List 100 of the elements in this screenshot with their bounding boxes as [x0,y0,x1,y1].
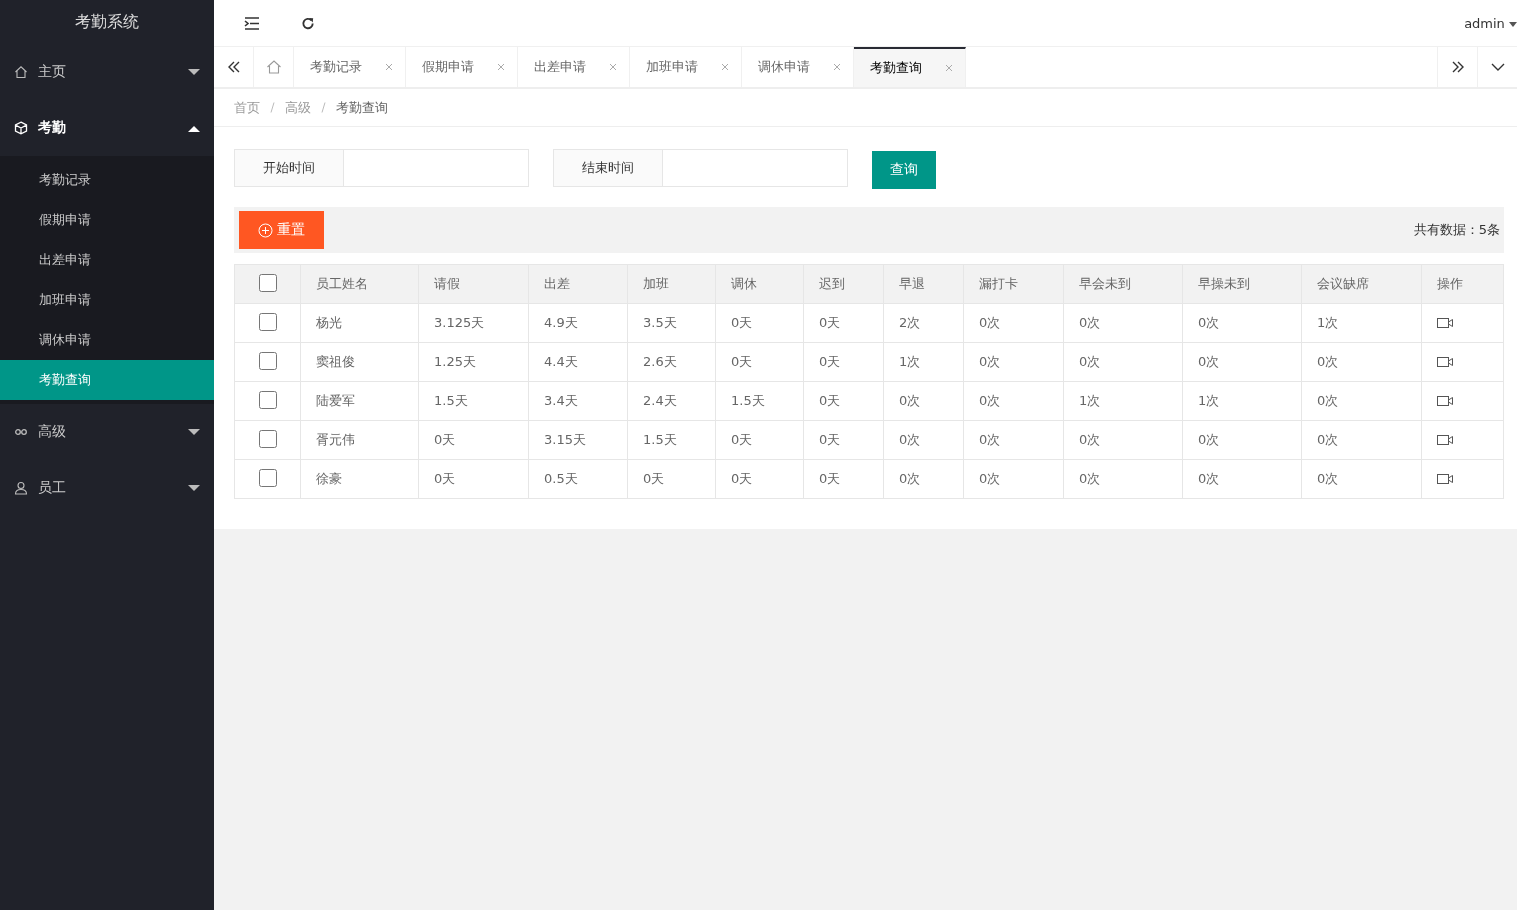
column-header: 会议缺席 [1317,276,1369,291]
row-checkbox[interactable] [258,351,277,370]
table-cell: 0次 [1198,432,1220,447]
table-cell: 0次 [979,354,1001,369]
column-header: 迟到 [819,276,845,291]
table-cell: 3.15天 [544,432,586,447]
caret-icon [188,124,200,132]
tab[interactable]: 考勤查询 [854,47,966,87]
row-checkbox[interactable] [258,429,277,448]
table-cell: 0次 [1317,471,1339,486]
table-cell: 0天 [819,393,841,408]
caret-icon [188,484,200,492]
table-cell: 3.125天 [434,315,485,330]
table-cell: 0天 [731,354,753,369]
video-camera-icon[interactable] [1437,356,1453,368]
table-cell: 2次 [899,315,921,330]
table-cell: 1次 [1079,393,1101,408]
table-cell: 0次 [1198,354,1220,369]
sidebar-item[interactable]: 考勤记录 [0,160,214,200]
column-header: 早会未到 [1079,276,1131,291]
sidebar-item[interactable]: 加班申请 [0,280,214,320]
close-icon[interactable] [497,63,505,71]
breadcrumb-separator-icon [321,102,326,113]
column-header: 调休 [731,276,757,291]
table-cell: 2.6天 [643,354,677,369]
row-checkbox[interactable] [258,312,277,331]
table-cell: 1.5天 [731,393,765,408]
table-cell: 0次 [1317,354,1339,369]
sidebar-menu-item[interactable]: 主页 [0,44,214,100]
breadcrumb-link[interactable]: 考勤查询 [336,98,388,117]
search-button[interactable]: 查询 [872,151,936,189]
caret-down-icon [1509,21,1517,27]
table-cell: 0次 [979,393,1001,408]
table-cell: 3.4天 [544,393,578,408]
table-cell: 0天 [819,354,841,369]
table-cell: 0天 [819,432,841,447]
table-cell: 0天 [434,471,456,486]
double-chevron-left-icon [226,60,241,74]
column-header: 操作 [1437,276,1463,291]
table-cell: 0次 [1079,354,1101,369]
table-cell: 0次 [899,432,921,447]
select-all-checkbox[interactable] [258,273,277,292]
table-cell: 0天 [434,432,456,447]
table-cell: 2.4天 [643,393,677,408]
table-cell: 4.4天 [544,354,578,369]
table-cell: 1次 [899,354,921,369]
sidebar-item[interactable]: 出差申请 [0,240,214,280]
table-cell: 0次 [1079,432,1101,447]
table-cell: 0次 [1198,471,1220,486]
double-chevron-right-icon [1450,60,1465,74]
user-menu[interactable]: admin [1464,15,1517,31]
video-camera-icon[interactable] [1437,395,1453,407]
table-cell: 徐豪 [316,471,342,486]
table-cell: 0次 [899,393,921,408]
table-cell: 3.5天 [643,315,677,330]
video-camera-icon[interactable] [1437,473,1453,485]
close-icon[interactable] [609,63,617,71]
home-icon [14,65,28,79]
column-header: 出差 [544,276,570,291]
column-header: 请假 [434,276,460,291]
sidebar-item[interactable]: 调休申请 [0,320,214,360]
video-camera-icon[interactable] [1437,317,1453,329]
column-header: 加班 [643,276,669,291]
refresh-icon[interactable] [300,15,316,31]
table-cell: 胥元伟 [316,432,355,447]
sidebar-item[interactable]: 假期申请 [0,200,214,240]
user-icon [14,481,28,495]
table-cell: 0次 [979,315,1001,330]
table-cell: 0.5天 [544,471,578,486]
table-cell: 1次 [1198,393,1220,408]
table-cell: 0次 [1198,315,1220,330]
row-checkbox[interactable] [258,468,277,487]
caret-icon [188,68,200,76]
total-count: 共有数据：5条 [1413,221,1500,239]
breadcrumb-separator-icon [270,102,275,113]
sidebar-item[interactable]: 考勤查询 [0,360,214,400]
cube-icon [14,121,28,135]
column-header: 漏打卡 [979,276,1018,291]
table-cell: 1.5天 [643,432,677,447]
table-cell: 窦祖俊 [316,354,355,369]
caret-icon [188,428,200,436]
sidebar-menu-item[interactable]: 考勤 [0,100,214,156]
table-cell: 0次 [1317,393,1339,408]
close-icon[interactable] [385,63,393,71]
column-header: 员工姓名 [316,276,368,291]
close-icon[interactable] [833,63,841,71]
table-cell: 1.5天 [434,393,468,408]
column-header: 早退 [899,276,925,291]
sidebar-menu-item[interactable]: 高级 [0,404,214,460]
video-camera-icon[interactable] [1437,434,1453,446]
menu-icon[interactable] [244,15,260,31]
sidebar-menu-item[interactable]: 员工 [0,460,214,516]
table-cell: 1.25天 [434,354,476,369]
row-checkbox[interactable] [258,390,277,409]
table-cell: 0天 [643,471,665,486]
app-title: 考勤系统 [74,11,140,33]
table-cell: 1次 [1317,315,1339,330]
table-cell: 0次 [979,432,1001,447]
close-icon[interactable] [721,63,729,71]
table-cell: 陆爱军 [316,393,355,408]
